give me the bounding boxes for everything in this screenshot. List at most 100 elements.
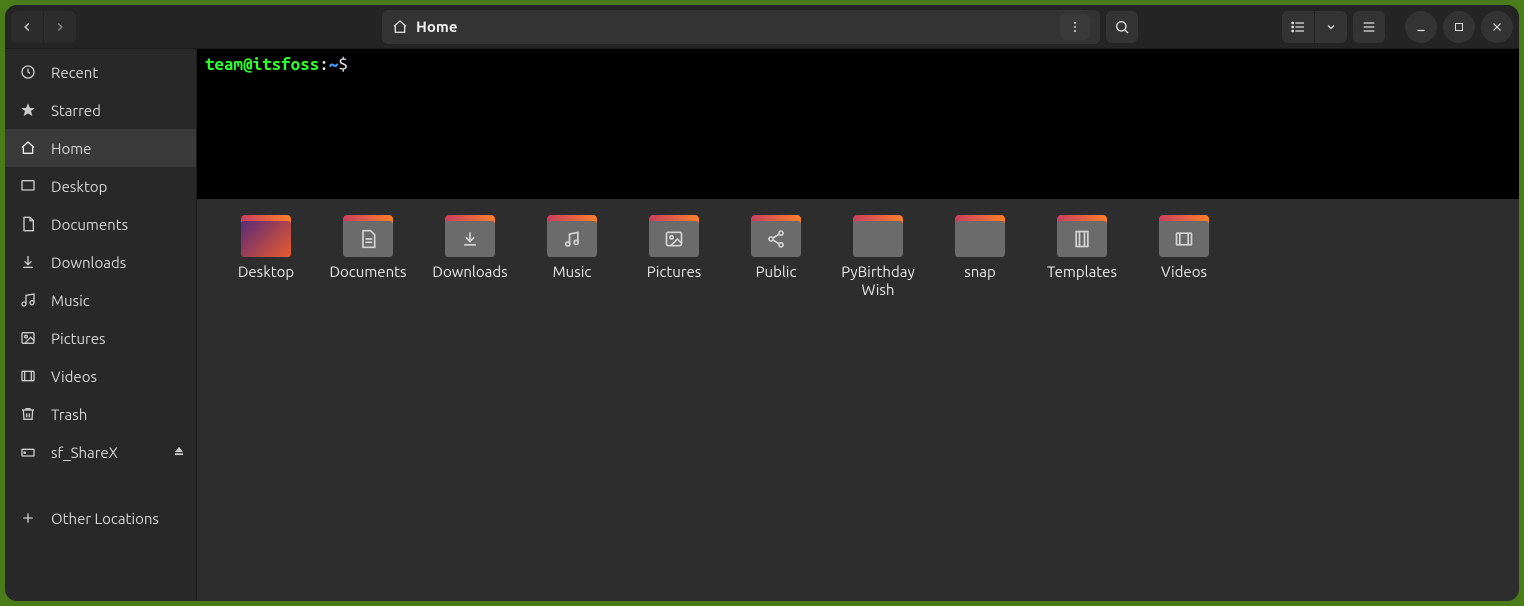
sidebar-item-sf-sharex[interactable]: sf_ShareX	[5, 433, 196, 471]
file-item[interactable]: Downloads	[419, 209, 521, 303]
minimize-button[interactable]	[1405, 11, 1437, 43]
sidebar-item-label: Desktop	[51, 178, 107, 195]
view-options-button[interactable]	[1315, 11, 1347, 43]
file-label: snap	[964, 263, 996, 281]
file-item[interactable]: PyBirthday Wish	[827, 209, 929, 303]
sidebar-item-label: Downloads	[51, 254, 126, 271]
search-button[interactable]	[1106, 11, 1138, 43]
eject-button[interactable]	[172, 444, 186, 461]
sidebar-item-trash[interactable]: Trash	[5, 395, 196, 433]
sidebar-item-starred[interactable]: Starred	[5, 91, 196, 129]
embedded-terminal[interactable]: team@itsfoss:~$	[197, 49, 1519, 199]
sidebar-item-label: Starred	[51, 102, 101, 119]
terminal-prompt: $	[338, 55, 357, 74]
file-item[interactable]: snap	[929, 209, 1031, 303]
file-item[interactable]: Public	[725, 209, 827, 303]
nav-button-group	[11, 11, 76, 43]
location-label: Home	[416, 18, 457, 35]
maximize-button[interactable]	[1443, 11, 1475, 43]
file-item[interactable]: Desktop	[215, 209, 317, 303]
file-item[interactable]: Templates	[1031, 209, 1133, 303]
headerbar: Home	[5, 5, 1519, 49]
sidebar-item-label: Videos	[51, 368, 97, 385]
file-item[interactable]: Documents	[317, 209, 419, 303]
body: Recent Starred Home Desktop Documents Do…	[5, 49, 1519, 601]
file-label: Music	[553, 263, 592, 281]
sidebar: Recent Starred Home Desktop Documents Do…	[5, 49, 197, 601]
sidebar-item-videos[interactable]: Videos	[5, 357, 196, 395]
headerbar-center: Home	[382, 10, 1100, 44]
download-icon	[445, 215, 495, 257]
sidebar-item-label: Trash	[51, 406, 87, 423]
picture-icon	[19, 330, 37, 346]
headerbar-right	[1282, 11, 1513, 43]
headerbar-left	[11, 11, 76, 43]
file-grid: Desktop Documents Downloads Music Pictures Pu…	[197, 199, 1519, 601]
view-button-group	[1282, 11, 1347, 43]
sidebar-item-desktop[interactable]: Desktop	[5, 167, 196, 205]
desktop-icon	[19, 178, 37, 194]
location-bar[interactable]: Home	[382, 10, 1100, 44]
clock-icon	[19, 64, 37, 80]
sidebar-item-pictures[interactable]: Pictures	[5, 319, 196, 357]
chevron-left-icon	[20, 20, 34, 34]
desktop-folder-icon	[241, 215, 291, 257]
kebab-icon	[1068, 20, 1082, 34]
drive-icon	[19, 444, 37, 460]
sidebar-item-label: Recent	[51, 64, 98, 81]
download-icon	[19, 254, 37, 270]
main-area: team@itsfoss:~$ Desktop Documents Download…	[197, 49, 1519, 601]
sidebar-item-home[interactable]: Home	[5, 129, 196, 167]
document-icon	[343, 215, 393, 257]
chevron-down-icon	[1325, 21, 1337, 33]
minimize-icon	[1414, 20, 1428, 34]
terminal-user-host: team@itsfoss	[205, 55, 319, 74]
sidebar-item-label: Other Locations	[51, 510, 159, 527]
file-item[interactable]: Pictures	[623, 209, 725, 303]
trash-icon	[19, 406, 37, 422]
sidebar-item-documents[interactable]: Documents	[5, 205, 196, 243]
sidebar-item-label: Home	[51, 140, 91, 157]
sidebar-item-music[interactable]: Music	[5, 281, 196, 319]
sidebar-item-other-locations[interactable]: Other Locations	[5, 499, 196, 537]
sidebar-item-downloads[interactable]: Downloads	[5, 243, 196, 281]
file-label: Public	[756, 263, 797, 281]
home-icon	[19, 140, 37, 156]
file-item[interactable]: Videos	[1133, 209, 1235, 303]
terminal-separator: :	[319, 55, 329, 74]
file-label: PyBirthday Wish	[841, 263, 914, 299]
sidebar-item-label: Pictures	[51, 330, 106, 347]
maximize-icon	[1453, 21, 1465, 33]
file-label: Templates	[1047, 263, 1117, 281]
sidebar-item-label: Documents	[51, 216, 128, 233]
file-label: Downloads	[432, 263, 507, 281]
forward-button[interactable]	[44, 11, 76, 43]
hamburger-icon	[1361, 19, 1377, 35]
eject-icon	[172, 444, 186, 458]
close-button[interactable]	[1481, 11, 1513, 43]
music-icon	[547, 215, 597, 257]
template-icon	[1057, 215, 1107, 257]
file-label: Desktop	[238, 263, 294, 281]
picture-icon	[649, 215, 699, 257]
terminal-cwd: ~	[329, 55, 339, 74]
music-icon	[19, 292, 37, 308]
back-button[interactable]	[11, 11, 43, 43]
sidebar-item-label: sf_ShareX	[51, 444, 118, 461]
video-icon	[1159, 215, 1209, 257]
document-icon	[19, 216, 37, 232]
list-view-button[interactable]	[1282, 11, 1314, 43]
video-icon	[19, 368, 37, 384]
sidebar-item-label: Music	[51, 292, 90, 309]
plus-icon	[19, 510, 37, 526]
file-manager-window: Home	[5, 5, 1519, 601]
home-icon	[392, 19, 408, 35]
hamburger-menu-button[interactable]	[1353, 11, 1385, 43]
file-item[interactable]: Music	[521, 209, 623, 303]
file-label: Documents	[329, 263, 406, 281]
list-icon	[1290, 19, 1306, 35]
folder-icon	[853, 215, 903, 257]
share-icon	[751, 215, 801, 257]
sidebar-item-recent[interactable]: Recent	[5, 53, 196, 91]
location-menu-button[interactable]	[1060, 14, 1090, 40]
